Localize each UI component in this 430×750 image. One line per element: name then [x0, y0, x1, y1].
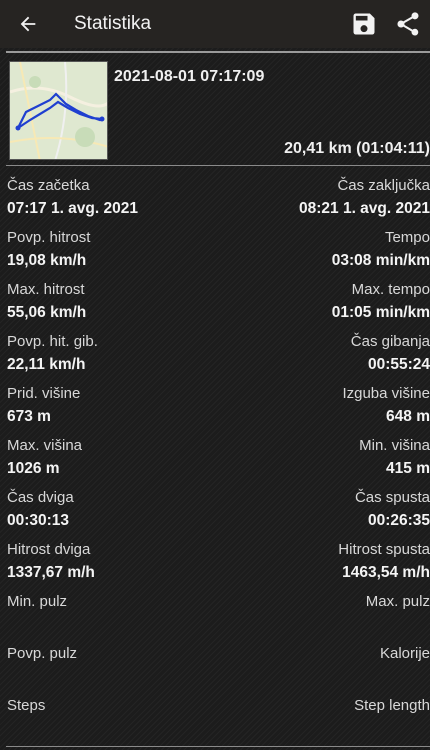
stat-row: Povp. pulz Kalorije: [0, 644, 430, 696]
stat-value: 03:08 min/km: [331, 252, 430, 269]
stat-end-time: Čas zaključka 08:21 1. avg. 2021: [299, 176, 430, 220]
stat-label: Čas spusta: [354, 489, 430, 506]
stat-value: 673 m: [7, 408, 51, 425]
back-button[interactable]: [0, 0, 56, 48]
stat-descent-time: Čas spusta 00:26:35: [355, 488, 430, 532]
stat-label: Izguba višine: [342, 385, 430, 402]
stats-list: Čas začetka 07:17 1. avg. 2021 Čas zaklj…: [0, 176, 430, 748]
stat-value: 648 m: [386, 408, 430, 425]
stat-label: Max. tempo: [351, 281, 430, 298]
stat-label: Čas dviga: [7, 489, 74, 506]
app-bar: Statistika: [0, 0, 430, 48]
stat-value: 08:21 1. avg. 2021: [299, 200, 430, 217]
stat-label: Max. hitrost: [7, 281, 85, 298]
stat-start-time: Čas začetka 07:17 1. avg. 2021: [7, 176, 138, 220]
stat-label: Čas začetka: [7, 177, 90, 194]
arrow-left-icon: [20, 16, 36, 32]
stat-row: Prid. višine 673 m Izguba višine 648 m: [0, 384, 430, 436]
stat-max-pace: Max. tempo 01:05 min/km: [332, 280, 430, 324]
stat-label: Čas zaključka: [337, 177, 430, 194]
stat-value: 01:05 min/km: [331, 304, 430, 321]
stat-row: Hitrost dviga 1337,67 m/h Hitrost spusta…: [0, 540, 430, 592]
stat-step-length: Step length: [354, 696, 430, 718]
stat-calories: Kalorije: [380, 644, 430, 666]
stat-label: Povp. pulz: [7, 645, 78, 662]
stat-label: Max. višina: [7, 437, 83, 454]
stat-value: 07:17 1. avg. 2021: [7, 200, 138, 217]
stat-descent-speed: Hitrost spusta 1463,54 m/h: [338, 540, 430, 584]
stat-value: 415 m: [386, 460, 430, 477]
stat-max-elevation: Max. višina 1026 m: [7, 436, 82, 480]
divider: [6, 165, 430, 166]
activity-distance: 20,41 km (01:04:11): [284, 140, 430, 157]
stat-avg-speed: Povp. hitrost 19,08 km/h: [7, 228, 90, 272]
stat-label: Tempo: [384, 229, 430, 246]
stat-value: 1026 m: [7, 460, 60, 477]
stat-row: Povp. hit. gib. 22,11 km/h Čas gibanja 0…: [0, 332, 430, 384]
stat-ascent-speed: Hitrost dviga 1337,67 m/h: [7, 540, 95, 584]
stat-moving-speed: Povp. hit. gib. 22,11 km/h: [7, 332, 98, 376]
stat-steps: Steps: [7, 696, 45, 718]
stat-label: Prid. višine: [7, 385, 81, 402]
stat-label: Kalorije: [379, 645, 430, 662]
stat-elevation-gain: Prid. višine 673 m: [7, 384, 80, 428]
stat-label: Hitrost spusta: [338, 541, 430, 558]
save-button[interactable]: [342, 0, 386, 48]
stat-pace: Tempo 03:08 min/km: [332, 228, 430, 272]
stat-label: Steps: [7, 697, 46, 714]
stat-label: Min. višina: [359, 437, 430, 454]
share-icon: [397, 12, 419, 36]
stat-elevation-loss: Izguba višine 648 m: [342, 384, 430, 428]
stat-value: 1337,67 m/h: [7, 564, 95, 581]
save-icon: [353, 13, 375, 35]
stat-row: Čas začetka 07:17 1. avg. 2021 Čas zaklj…: [0, 176, 430, 228]
stat-label: Čas gibanja: [350, 333, 430, 350]
map-image: [10, 62, 107, 159]
stat-row: Min. pulz Max. pulz: [0, 592, 430, 644]
stat-value: 00:55:24: [367, 356, 430, 373]
stat-value: 00:26:35: [367, 512, 430, 529]
route-map-thumbnail[interactable]: [9, 61, 108, 160]
page-title: Statistika: [74, 13, 152, 34]
stat-value: 00:30:13: [7, 512, 70, 529]
stat-label: Povp. hitrost: [7, 229, 91, 246]
stat-row: Povp. hitrost 19,08 km/h Tempo 03:08 min…: [0, 228, 430, 280]
stat-max-pulse: Max. pulz: [366, 592, 430, 614]
divider: [6, 51, 430, 53]
stat-moving-time: Čas gibanja 00:55:24: [351, 332, 430, 376]
stat-min-pulse: Min. pulz: [7, 592, 67, 614]
stat-avg-pulse: Povp. pulz: [7, 644, 77, 666]
divider: [6, 746, 430, 747]
stat-min-elevation: Min. višina 415 m: [359, 436, 430, 480]
stat-label: Min. pulz: [7, 593, 68, 610]
stat-label: Hitrost dviga: [7, 541, 91, 558]
stat-value: 55,06 km/h: [7, 304, 87, 321]
stat-row: Čas dviga 00:30:13 Čas spusta 00:26:35: [0, 488, 430, 540]
stat-ascent-time: Čas dviga 00:30:13: [7, 488, 74, 532]
share-button[interactable]: [386, 0, 430, 48]
stat-value: 1463,54 m/h: [342, 564, 430, 581]
stat-value: 19,08 km/h: [7, 252, 87, 269]
stat-max-speed: Max. hitrost 55,06 km/h: [7, 280, 86, 324]
stat-row: Steps Step length: [0, 696, 430, 748]
stat-row: Max. hitrost 55,06 km/h Max. tempo 01:05…: [0, 280, 430, 332]
activity-datetime: 2021-08-01 07:17:09: [114, 68, 265, 85]
stat-label: Max. pulz: [365, 593, 430, 610]
stat-value: 22,11 km/h: [7, 356, 86, 373]
stat-row: Max. višina 1026 m Min. višina 415 m: [0, 436, 430, 488]
stat-label: Step length: [354, 697, 430, 714]
stat-label: Povp. hit. gib.: [7, 333, 98, 350]
